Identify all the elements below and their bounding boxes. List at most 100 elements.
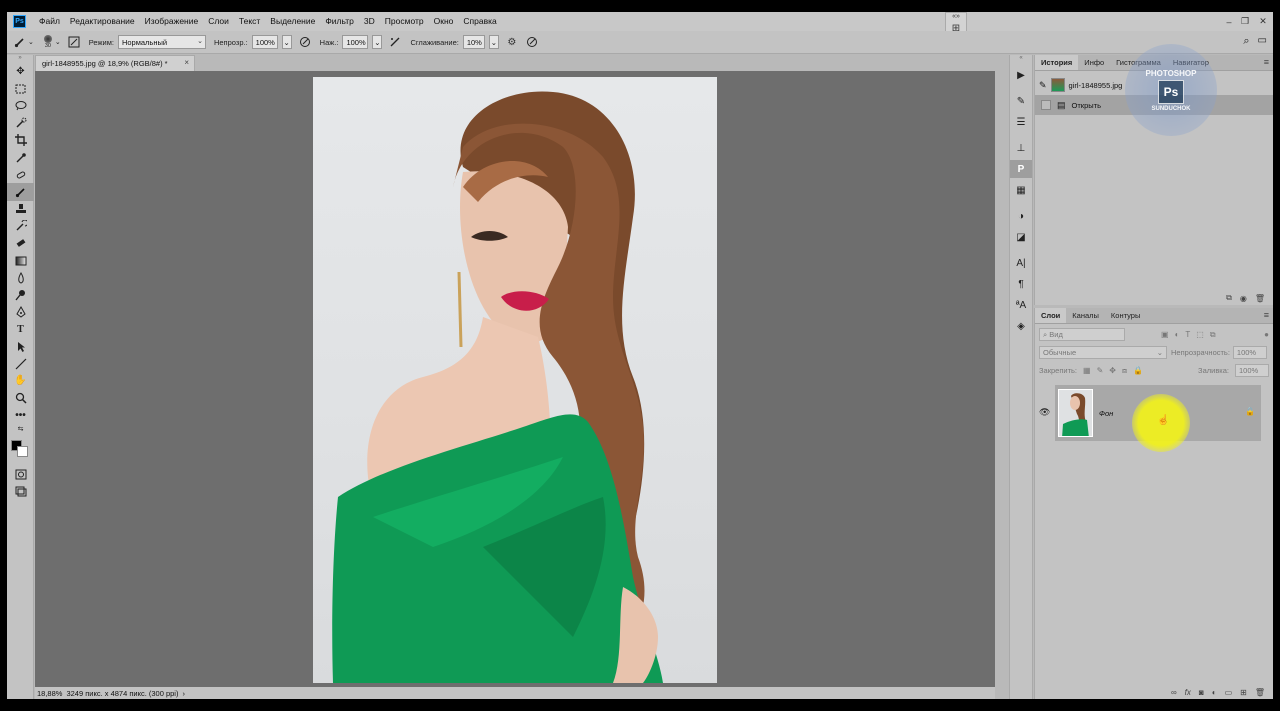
menu-help[interactable]: Справка	[458, 12, 501, 31]
layer-opacity-input[interactable]: 100%	[1232, 346, 1267, 359]
layer-filter-select[interactable]: ⌕ Вид	[1039, 328, 1125, 341]
menu-filter[interactable]: Фильтр	[320, 12, 359, 31]
opacity-input[interactable]: 100%	[251, 35, 278, 49]
chevron-down-icon[interactable]: ⌄	[55, 38, 61, 46]
snapshot-camera-icon[interactable]: ◉	[1240, 294, 1247, 303]
adjustment-layer-icon[interactable]: ◐	[1212, 688, 1217, 697]
path-selection-tool-icon[interactable]	[7, 338, 34, 355]
lock-all-icon[interactable]: 🔒	[1133, 366, 1143, 375]
line-tool-icon[interactable]	[7, 355, 34, 372]
new-document-from-state-icon[interactable]: ⧉	[1226, 293, 1232, 303]
type-tool-icon[interactable]: T	[7, 321, 34, 338]
lock-pixels-icon[interactable]: ✎	[1097, 366, 1104, 375]
lock-transparent-icon[interactable]: ▦	[1083, 366, 1091, 375]
filter-toggle-icon[interactable]: ●	[1264, 330, 1269, 339]
pen-tool-icon[interactable]	[7, 304, 34, 321]
tab-layers[interactable]: Слои	[1035, 308, 1067, 323]
layer-style-fx-icon[interactable]: fx	[1185, 688, 1191, 697]
history-brush-tool-icon[interactable]	[7, 218, 34, 235]
collapse-icon[interactable]: «	[1010, 55, 1032, 63]
menu-select[interactable]: Выделение	[265, 12, 320, 31]
dodge-tool-icon[interactable]	[7, 286, 34, 303]
filter-shape-icon[interactable]: ⬚	[1196, 330, 1204, 339]
menu-image[interactable]: Изображение	[140, 12, 204, 31]
blend-mode-select[interactable]: Обычные ⌄	[1039, 346, 1167, 359]
chevron-down-icon[interactable]: ⌄	[28, 38, 34, 46]
background-color-swatch[interactable]	[17, 445, 28, 457]
close-tab-icon[interactable]: ×	[184, 58, 189, 67]
pressure-input[interactable]: 100%	[342, 35, 369, 49]
hand-tool-icon[interactable]: ✋	[7, 372, 34, 389]
menu-view[interactable]: Просмотр	[380, 12, 429, 31]
minimize-icon[interactable]: –	[1221, 12, 1237, 31]
layer-name[interactable]: Фон	[1099, 409, 1113, 418]
mode-select[interactable]: Нормальный ⌄	[117, 35, 206, 49]
brush-settings-icon[interactable]	[67, 35, 81, 49]
menu-layers[interactable]: Слои	[203, 12, 234, 31]
workspace-icon[interactable]: ▭	[1258, 35, 1267, 48]
airbrush-icon[interactable]	[388, 35, 402, 49]
pressure-size-icon[interactable]	[525, 35, 539, 49]
adjustments-icon[interactable]: ☰	[1010, 113, 1032, 131]
character-icon[interactable]: A|	[1010, 254, 1032, 272]
collapse-icon[interactable]: «»	[946, 13, 966, 20]
menu-window[interactable]: Окно	[429, 12, 459, 31]
history-brush-source-icon[interactable]: ✎	[1039, 80, 1047, 91]
lasso-tool-icon[interactable]	[7, 97, 34, 114]
eyedropper-tool-icon[interactable]	[7, 149, 34, 166]
document-tab[interactable]: girl-1848955.jpg @ 18,9% (RGB/8#) * ×	[35, 55, 195, 71]
smoothing-gear-icon[interactable]: ⚙	[505, 35, 519, 49]
filter-smart-object-icon[interactable]: ⧉	[1210, 330, 1216, 340]
close-icon[interactable]: ✕	[1253, 12, 1273, 31]
tab-history[interactable]: История	[1035, 55, 1079, 70]
color-icon[interactable]: ◑	[1010, 207, 1032, 225]
brush-tool-icon[interactable]	[13, 35, 27, 49]
document-canvas[interactable]	[35, 71, 995, 687]
layer-lock-icon[interactable]: 🔒	[1245, 407, 1255, 416]
lock-artboard-icon[interactable]: ⧈	[1122, 366, 1127, 376]
lock-position-icon[interactable]: ✥	[1109, 366, 1116, 375]
chevron-right-icon[interactable]: ›	[182, 689, 185, 698]
trash-icon[interactable]: 🗑	[1255, 688, 1265, 697]
link-layers-icon[interactable]: ∞	[1171, 688, 1177, 697]
new-layer-icon[interactable]: ⊞	[1240, 688, 1247, 697]
brush-tool-icon[interactable]	[7, 183, 34, 201]
menu-text[interactable]: Текст	[234, 12, 265, 31]
gradient-tool-icon[interactable]	[7, 252, 34, 269]
spot-healing-tool-icon[interactable]	[7, 166, 34, 183]
blur-tool-icon[interactable]	[7, 269, 34, 286]
zoom-level[interactable]: 18,88%	[37, 689, 62, 698]
tab-channels[interactable]: Каналы	[1066, 308, 1105, 323]
swap-colors-icon[interactable]: ⇆	[7, 424, 34, 434]
eraser-tool-icon[interactable]	[7, 235, 34, 252]
more-tools-icon[interactable]: •••	[7, 407, 34, 424]
marquee-tool-icon[interactable]	[7, 80, 34, 97]
panel-menu-icon[interactable]: ≡	[1264, 57, 1269, 67]
pressure-dropdown[interactable]: ⌄	[372, 35, 383, 49]
trash-icon[interactable]: 🗑	[1255, 294, 1265, 303]
smoothing-input[interactable]: 10%	[462, 35, 485, 49]
menu-file[interactable]: Файл	[34, 12, 65, 31]
grid-icon[interactable]: ▦	[1010, 181, 1032, 199]
clone-source-icon[interactable]: ⊥	[1010, 139, 1032, 157]
crop-tool-icon[interactable]	[7, 132, 34, 149]
quick-selection-tool-icon[interactable]	[7, 115, 34, 132]
filter-adjustment-icon[interactable]: ◐	[1175, 330, 1180, 339]
panel-menu-icon[interactable]: ≡	[1264, 310, 1269, 320]
screen-mode-icon[interactable]	[7, 483, 34, 500]
filter-pixel-icon[interactable]: ▣	[1161, 330, 1169, 339]
fill-input[interactable]: 100%	[1235, 364, 1269, 377]
styles-icon[interactable]: ◪	[1010, 228, 1032, 246]
paragraph-icon[interactable]: ¶	[1010, 275, 1032, 293]
zoom-tool-icon[interactable]	[7, 390, 34, 407]
add-mask-icon[interactable]: ◙	[1199, 688, 1204, 697]
actions-play-icon[interactable]: ▶	[1010, 66, 1032, 84]
move-tool-icon[interactable]: ✥	[7, 63, 34, 80]
quick-mask-icon[interactable]	[7, 466, 34, 483]
brush-settings-icon[interactable]: ✎	[1010, 92, 1032, 110]
collapse-icon[interactable]: »	[7, 55, 33, 63]
clone-stamp-tool-icon[interactable]	[7, 201, 34, 218]
smoothing-dropdown[interactable]: ⌄	[488, 35, 499, 49]
tab-paths[interactable]: Контуры	[1105, 308, 1146, 323]
opacity-dropdown[interactable]: ⌄	[281, 35, 292, 49]
